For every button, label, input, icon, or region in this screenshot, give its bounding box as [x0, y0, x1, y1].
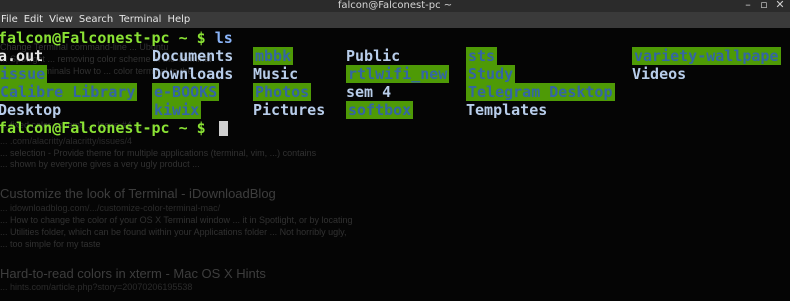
list-item: Music [253, 65, 299, 83]
command: ls [214, 29, 233, 47]
prompt: falcon@Falconest-pc ~ $ [0, 29, 206, 47]
bg-line: ... selection - Provide theme for multip… [0, 148, 317, 158]
list-item: softbox [346, 101, 414, 119]
title-bar: falcon@Falconest-pc ~ – ▫ ✕ [0, 0, 790, 12]
list-item: sem 4 [346, 83, 392, 101]
list-item: Documents [152, 47, 234, 65]
bg-heading: Customize the look of Terminal - iDownlo… [0, 186, 276, 201]
list-item: variety-wallpape [632, 47, 781, 65]
list-item: Study [466, 65, 516, 83]
menu-edit[interactable]: Edit [21, 12, 46, 28]
menu-search[interactable]: Search [76, 12, 116, 28]
list-item: sts [466, 47, 498, 65]
list-item: kiwix [152, 101, 202, 119]
prompt: falcon@Falconest-pc ~ $ [0, 119, 206, 137]
minimize-icon[interactable]: – [741, 0, 755, 12]
list-item: e-BOOKS [152, 83, 220, 101]
list-item: Pictures [253, 101, 326, 119]
list-item: Downloads [152, 65, 234, 83]
list-item: rtlwifi_new [346, 65, 450, 83]
menu-bar: File Edit View Search Terminal Help [0, 12, 790, 28]
terminal-area[interactable]: Change Terminal command-line ... Ubuntu … [0, 28, 790, 301]
list-item: a.out [0, 47, 44, 65]
menu-terminal[interactable]: Terminal [116, 12, 164, 28]
bg-line: ... Utilities folder, which can be found… [0, 227, 347, 237]
bg-line: ... too simple for my taste [0, 239, 101, 249]
bg-line: ... hints.com/article.php?story=20070206… [0, 282, 193, 292]
menu-help[interactable]: Help [164, 12, 193, 28]
list-item: Desktop [0, 101, 62, 119]
list-item: Public [346, 47, 401, 65]
list-item: Telegram Desktop [466, 83, 615, 101]
list-item: mbbk [253, 47, 294, 65]
bg-line: ... shown by everyone gives a very ugly … [0, 159, 200, 169]
prompt-line: falcon@Falconest-pc ~ $ ls [0, 29, 233, 47]
bg-heading: Hard-to-read colors in xterm - Mac OS X … [0, 266, 266, 281]
window-title: falcon@Falconest-pc ~ [337, 0, 453, 11]
list-item: Calibre Library [0, 83, 138, 101]
menu-view[interactable]: View [46, 12, 76, 28]
list-item: issue [0, 65, 48, 83]
text-cursor [218, 121, 228, 136]
list-item: Videos [632, 65, 687, 83]
menu-file[interactable]: File [0, 12, 21, 28]
bg-line: ... .com/alacritty/alacritty/issues/4 [0, 136, 133, 146]
list-item: Templates [466, 101, 548, 119]
prompt-line: falcon@Falconest-pc ~ $ [0, 119, 228, 137]
maximize-icon[interactable]: ▫ [757, 0, 771, 12]
close-icon[interactable]: ✕ [773, 0, 787, 12]
bg-line: ... How to change the color of your OS X… [0, 215, 353, 225]
bg-line: ... idownloadblog.com/.../customize-colo… [0, 203, 221, 213]
list-item: Photos [253, 83, 312, 101]
